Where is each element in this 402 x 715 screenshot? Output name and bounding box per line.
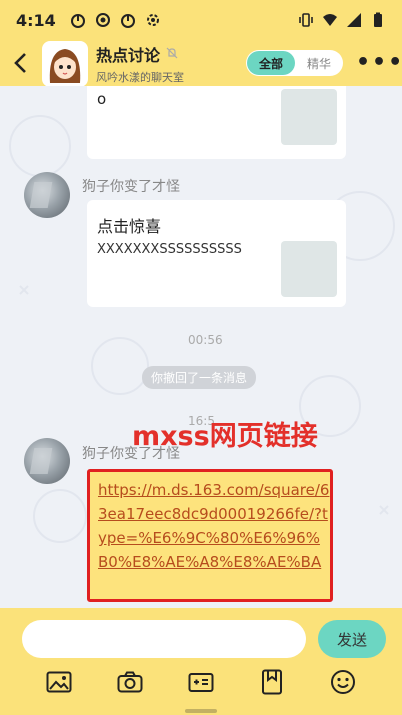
user-avatar[interactable] <box>24 438 70 484</box>
image-picker-button[interactable] <box>45 668 73 696</box>
message-thumbnail[interactable] <box>281 241 337 297</box>
app-notification-icon <box>120 12 136 28</box>
battery-icon <box>370 12 386 28</box>
message-input[interactable] <box>22 620 306 658</box>
status-bar: 4:14 <box>0 0 402 40</box>
camera-button[interactable] <box>116 668 144 696</box>
home-indicator <box>185 709 217 713</box>
message-body: XXXXXXXSSSSSSSSSS <box>97 242 242 257</box>
recall-notice: 你撤回了一条消息 <box>142 366 257 389</box>
settings-gear-icon <box>145 12 161 28</box>
link-message-bubble[interactable]: https://m.ds.163.com/square/63ea17eec8dc… <box>87 469 333 602</box>
status-time: 4:14 <box>16 10 56 30</box>
message-thumbnail[interactable] <box>281 89 337 145</box>
emoji-button[interactable] <box>329 668 357 696</box>
chat-message-list[interactable]: o 狗子你变了才怪 点击惊喜 XXXXXXXSSSSSSSSSS 00:56 你… <box>0 86 402 608</box>
input-bar: 发送 <box>0 608 402 715</box>
wifi-icon <box>322 12 338 28</box>
vibrate-icon <box>298 12 314 28</box>
tab-featured[interactable]: 精华 <box>295 55 343 72</box>
time-separator: 00:56 <box>188 333 223 347</box>
chatroom-avatar[interactable] <box>42 41 88 87</box>
user-avatar[interactable] <box>24 172 70 218</box>
chevron-left-icon <box>14 53 26 73</box>
message-username: 狗子你变了才怪 <box>82 179 180 195</box>
chatroom-title-row: 热点讨论 <box>96 42 184 66</box>
record-icon <box>95 12 111 28</box>
input-toolbar <box>0 668 402 698</box>
message-card[interactable]: o <box>87 86 346 159</box>
chatroom-title: 热点讨论 <box>96 45 161 65</box>
tab-all[interactable]: 全部 <box>247 51 295 75</box>
mute-bell-icon <box>166 44 178 63</box>
more-options-button[interactable]: ••• <box>356 50 402 75</box>
image-icon <box>46 671 72 693</box>
signal-icon <box>346 12 362 28</box>
send-button[interactable]: 发送 <box>318 620 386 658</box>
bookmark-icon <box>261 669 282 695</box>
message-username: 狗子你变了才怪 <box>82 446 180 462</box>
message-title: 点击惊喜 <box>97 217 162 236</box>
filter-segment: 全部 精华 <box>246 50 343 76</box>
card-icon <box>188 673 214 692</box>
app-notification-icon <box>70 12 86 28</box>
back-button[interactable] <box>0 40 40 86</box>
emoji-icon <box>330 670 355 694</box>
chatroom-subtitle: 风吟水漾的聊天室 <box>96 70 184 84</box>
card-button[interactable] <box>187 668 215 696</box>
bookmark-card-button[interactable] <box>258 668 286 696</box>
chat-header: 热点讨论 风吟水漾的聊天室 全部 精华 ••• <box>0 40 402 87</box>
message-text: o <box>97 90 107 108</box>
message-card[interactable]: 点击惊喜 XXXXXXXSSSSSSSSSS <box>87 200 346 307</box>
camera-icon <box>117 671 143 693</box>
message-link[interactable]: https://m.ds.163.com/square/63ea17eec8dc… <box>98 478 330 574</box>
